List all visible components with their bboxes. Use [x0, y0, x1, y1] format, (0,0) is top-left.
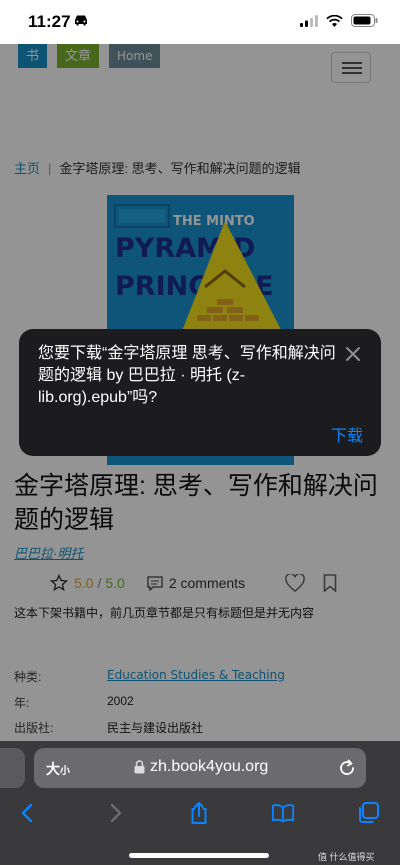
text-size-button[interactable]: 大小	[46, 759, 70, 779]
previous-tab-peek[interactable]	[0, 748, 25, 788]
watermark: 值 什么值得买	[318, 852, 375, 862]
download-dialog: 您要下载“金字塔原理 思考、写作和解决问题的逻辑 by 巴巴拉 · 明托 (z-…	[19, 329, 381, 456]
share-icon[interactable]	[187, 801, 211, 825]
cellular-signal-icon	[300, 14, 318, 27]
download-button[interactable]: 下载	[331, 422, 363, 446]
wifi-icon	[326, 14, 343, 27]
screen: 11:27 书 文章 Home 主页 | 金字塔原理: 思考、写作和解决问题的逻…	[0, 0, 400, 865]
home-indicator	[129, 853, 269, 858]
download-dialog-message: 您要下载“金字塔原理 思考、写作和解决问题的逻辑 by 巴巴拉 · 明托 (z-…	[38, 345, 336, 406]
browser-bottom-bar: 大小 zh.book4you.org 值 什么值得买	[0, 741, 400, 865]
text-size-small: 小	[60, 766, 70, 777]
text-size-big: 大	[46, 761, 60, 777]
car-icon	[75, 15, 87, 26]
status-bar: 11:27	[0, 0, 400, 44]
url-text: zh.book4you.org	[150, 758, 269, 775]
back-icon[interactable]	[16, 801, 40, 825]
status-indicators	[300, 14, 378, 27]
bookmarks-icon[interactable]	[271, 801, 295, 825]
close-icon[interactable]	[345, 346, 361, 362]
url-display[interactable]: zh.book4you.org	[134, 758, 268, 776]
reload-icon[interactable]	[338, 759, 356, 777]
lock-icon	[134, 760, 145, 774]
tabs-icon[interactable]	[356, 801, 380, 825]
forward-icon[interactable]	[103, 801, 127, 825]
status-time: 11:27	[28, 12, 71, 31]
battery-icon	[351, 14, 378, 27]
address-bar[interactable]: 大小 zh.book4you.org	[34, 748, 366, 788]
